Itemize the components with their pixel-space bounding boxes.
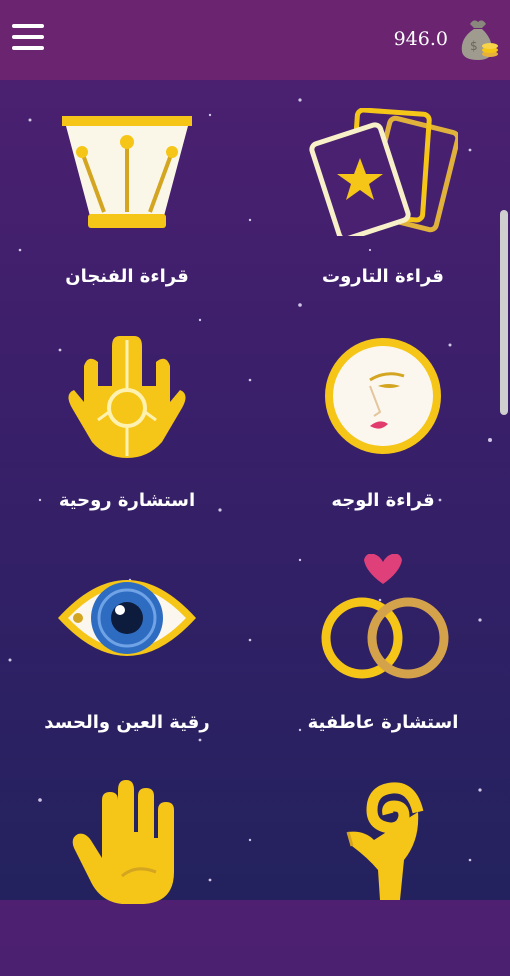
service-face-reading[interactable]: قراءة الوجه — [268, 332, 498, 532]
service-palm-reading[interactable] — [12, 776, 242, 976]
service-label: قراءة التاروت — [322, 266, 444, 287]
service-love[interactable]: استشارة عاطفية — [268, 554, 498, 754]
aries-ram-icon — [346, 782, 424, 900]
face-icon — [325, 338, 441, 454]
hamburger-menu-icon[interactable] — [12, 24, 44, 54]
service-spiritual[interactable]: استشارة روحية — [12, 332, 242, 532]
money-bag-icon[interactable]: $ — [456, 16, 500, 62]
scrollbar[interactable] — [500, 210, 508, 415]
svg-text:$: $ — [470, 39, 478, 53]
app-header: 946.0 $ — [0, 0, 510, 80]
service-horoscope[interactable] — [268, 776, 498, 976]
hamsa-hand-icon — [68, 336, 186, 458]
palm-hand-icon — [72, 780, 174, 904]
evil-eye-icon — [58, 580, 196, 656]
service-label: استشارة عاطفية — [307, 712, 459, 733]
service-label: رقية العين والحسد — [44, 712, 210, 733]
balance-value: 946.0 — [393, 28, 448, 50]
rings-heart-icon — [321, 554, 449, 679]
coffee-cup-icon — [62, 116, 192, 228]
service-tarot[interactable]: قراءة التاروت — [268, 108, 498, 308]
service-label: قراءة الوجه — [331, 490, 435, 511]
service-label: استشارة روحية — [58, 490, 196, 511]
tarot-cards-icon — [309, 108, 458, 236]
service-label: قراءة الفنجان — [65, 266, 189, 287]
service-evil-eye[interactable]: رقية العين والحسد — [12, 554, 242, 754]
service-coffee-cup[interactable]: قراءة الفنجان — [12, 108, 242, 308]
